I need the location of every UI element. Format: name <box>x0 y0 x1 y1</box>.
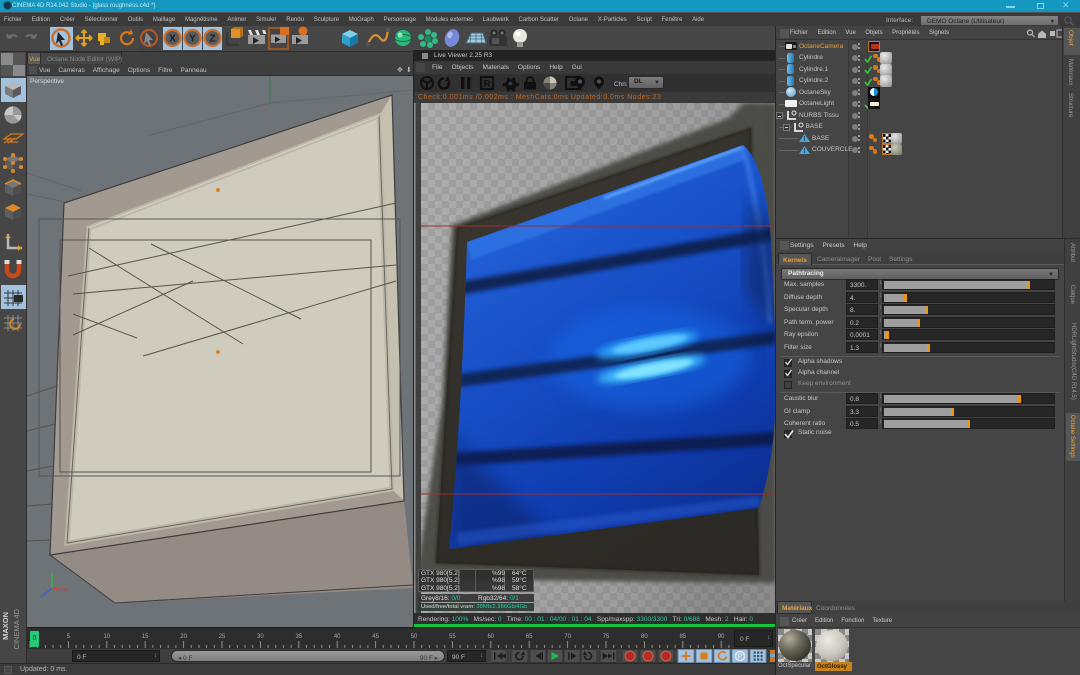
svg-text:20: 20 <box>180 634 187 640</box>
svg-text:25: 25 <box>219 634 226 640</box>
svg-text:15: 15 <box>142 634 149 640</box>
svg-text:60: 60 <box>487 634 494 640</box>
svg-text:90: 90 <box>718 634 725 640</box>
svg-text:10: 10 <box>103 634 110 640</box>
svg-text:50: 50 <box>411 634 418 640</box>
svg-text:35: 35 <box>295 634 302 640</box>
svg-text:Y: Y <box>189 34 196 45</box>
svg-text:30: 30 <box>257 634 264 640</box>
svg-text:R: R <box>484 79 492 90</box>
svg-text:80: 80 <box>641 634 648 640</box>
svg-text:Z: Z <box>209 34 215 45</box>
svg-text:55: 55 <box>449 634 456 640</box>
svg-text:45: 45 <box>372 634 379 640</box>
svg-text:P: P <box>738 654 743 661</box>
svg-text:75: 75 <box>603 634 610 640</box>
svg-text:40: 40 <box>334 634 341 640</box>
svg-text:65: 65 <box>526 634 533 640</box>
svg-text:X: X <box>169 34 176 45</box>
svg-text:5: 5 <box>67 634 71 640</box>
svg-text:70: 70 <box>564 634 571 640</box>
svg-text:0: 0 <box>33 635 37 642</box>
svg-text:Chn:: Chn: <box>614 81 628 88</box>
svg-text:85: 85 <box>679 634 686 640</box>
